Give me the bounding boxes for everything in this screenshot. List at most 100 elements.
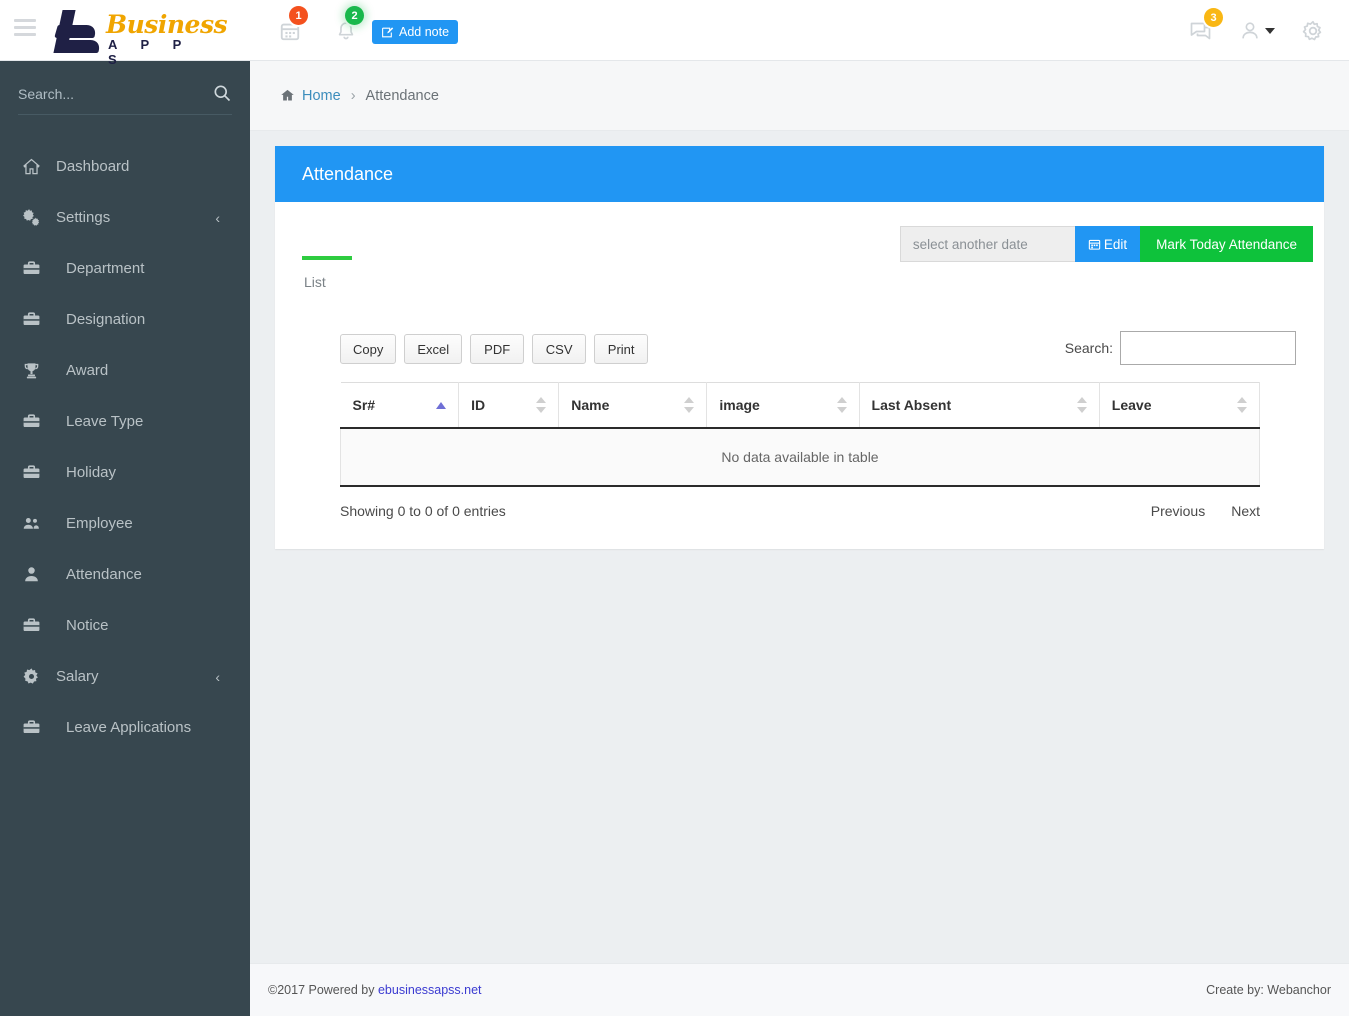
sidebar-nav: Dashboard Settings ‹ Department Designation A…	[0, 141, 250, 753]
column-header-sr[interactable]: Sr#	[340, 382, 460, 429]
export-print-button[interactable]: Print	[594, 334, 649, 364]
sidebar-item-label: Notice	[66, 617, 109, 634]
sidebar-item-leave-type[interactable]: Leave Type	[0, 396, 250, 447]
edit-label: Edit	[1103, 236, 1128, 252]
export-excel-button[interactable]: Excel	[404, 334, 463, 364]
next-page-button[interactable]: Next	[1231, 503, 1260, 519]
mark-today-attendance-button[interactable]: Mark Today Attendance	[1140, 226, 1313, 262]
sidebar-item-label: Settings	[56, 209, 111, 226]
briefcase-icon	[22, 412, 52, 431]
table-empty-row: No data available in table	[340, 428, 1260, 487]
table-header-row: Sr# ID Name image Last Absent Leave	[340, 382, 1261, 429]
sidebar-item-label: Attendance	[66, 566, 142, 583]
add-note-label: Add note	[399, 25, 450, 39]
sidebar-item-leave-applications[interactable]: Leave Applications	[0, 702, 250, 753]
column-header-id[interactable]: ID	[458, 382, 560, 429]
sidebar-item-dashboard[interactable]: Dashboard	[0, 141, 250, 192]
brand-logo[interactable]: Business A P P S	[53, 4, 228, 67]
previous-page-button[interactable]: Previous	[1151, 503, 1205, 519]
sort-icon	[1076, 396, 1087, 414]
column-header-name[interactable]: Name	[558, 382, 708, 429]
column-header-image[interactable]: image	[706, 382, 860, 429]
table-search-input[interactable]	[1120, 331, 1296, 365]
table-info: Showing 0 to 0 of 0 entries	[340, 503, 506, 519]
bell-badge: 2	[345, 6, 364, 25]
hamburger-bar	[14, 33, 36, 36]
menu-toggle-icon[interactable]	[14, 19, 36, 37]
footer-link[interactable]: ebusinessapss.net	[378, 983, 482, 997]
sidebar-item-label: Dashboard	[56, 158, 130, 175]
copyright: ©2017 Powered by ebusinessapss.net	[268, 983, 482, 997]
edit-pencil-icon	[382, 26, 394, 37]
messages-badge: 3	[1204, 8, 1223, 27]
sidebar-item-label: Salary	[56, 668, 99, 685]
user-menu-button[interactable]	[1229, 0, 1285, 61]
search-label: Search:	[1064, 340, 1113, 356]
add-note-button[interactable]: Add note	[372, 20, 459, 44]
column-label: Sr#	[352, 397, 376, 413]
datatable-toolbar: Copy Excel PDF CSV Print Search:	[302, 331, 1297, 365]
chevron-left-icon: ‹	[215, 209, 220, 226]
gear-icon	[1302, 20, 1322, 40]
credit-text: Create by: Webanchor	[1206, 983, 1331, 997]
search-icon[interactable]	[212, 83, 232, 108]
sidebar-item-department[interactable]: Department	[0, 243, 250, 294]
column-label: image	[719, 397, 760, 413]
users-icon	[22, 514, 52, 533]
logo-mark-icon	[53, 8, 104, 54]
briefcase-icon	[22, 310, 52, 329]
calendar-icon	[1088, 239, 1101, 250]
tab-list[interactable]: List	[302, 256, 352, 290]
chevron-left-icon: ‹	[215, 668, 220, 685]
empty-message: No data available in table	[340, 428, 1260, 487]
attendance-panel: Attendance Edit Mark Today Attendanc	[275, 146, 1324, 549]
export-pdf-button[interactable]: PDF	[470, 334, 525, 364]
export-csv-button[interactable]: CSV	[532, 334, 587, 364]
copyright-text: ©2017 Powered by	[268, 983, 378, 997]
main-content: Home › Attendance Attendance select anot…	[250, 61, 1349, 1016]
sidebar-item-employee[interactable]: Employee	[0, 498, 250, 549]
page-title: Attendance	[302, 163, 394, 184]
panel-body: Edit Mark Today Attendance List CopyExce…	[275, 202, 1324, 549]
breadcrumb-home-link[interactable]: Home	[302, 88, 341, 104]
sidebar-item-label: Holiday	[66, 464, 117, 481]
sort-icon	[684, 396, 695, 414]
gear-icon	[22, 667, 52, 686]
sort-icon	[1237, 396, 1247, 414]
sidebar-item-holiday[interactable]: Holiday	[0, 447, 250, 498]
chevron-down-icon	[1265, 27, 1275, 34]
logo-business-text: Business	[106, 10, 228, 39]
user-icon	[22, 565, 52, 584]
sidebar-item-award[interactable]: Award	[0, 345, 250, 396]
sidebar-item-salary[interactable]: Salary ‹	[0, 651, 250, 702]
sort-icon	[536, 396, 547, 414]
export-copy-button[interactable]: Copy	[340, 334, 397, 364]
attendance-table: Sr# ID Name image Last Absent Leave No data a…	[340, 382, 1261, 487]
sidebar-item-designation[interactable]: Designation	[0, 294, 250, 345]
sidebar-item-attendance[interactable]: Attendance	[0, 549, 250, 600]
sidebar-item-settings[interactable]: Settings ‹	[0, 192, 250, 243]
datatable-search: Search:	[1065, 331, 1296, 365]
home-icon	[280, 88, 295, 103]
user-icon	[1242, 21, 1258, 38]
sidebar-item-notice[interactable]: Notice	[0, 600, 250, 651]
hamburger-bar	[14, 19, 36, 22]
briefcase-icon	[22, 616, 52, 635]
select-date-input[interactable]	[899, 226, 1075, 262]
sidebar-item-label: Employee	[66, 515, 133, 532]
column-header-leave[interactable]: Leave	[1099, 382, 1261, 429]
column-header-last-absent[interactable]: Last Absent	[859, 382, 1100, 429]
pagination: Previous Next	[1151, 503, 1260, 519]
settings-button[interactable]	[1285, 0, 1341, 61]
column-label: ID	[471, 397, 486, 413]
search-input[interactable]	[18, 85, 198, 102]
calendar-notification-button[interactable]: 1	[262, 0, 318, 61]
breadcrumb-separator: ›	[350, 87, 356, 104]
trophy-icon	[22, 361, 52, 380]
briefcase-icon	[22, 718, 52, 737]
sort-ascending-icon	[436, 402, 447, 409]
bell-notification-button[interactable]: 2	[318, 0, 374, 61]
edit-button[interactable]: Edit	[1074, 226, 1141, 262]
messages-button[interactable]: 3	[1173, 0, 1229, 61]
calendar-badge: 1	[289, 6, 308, 25]
